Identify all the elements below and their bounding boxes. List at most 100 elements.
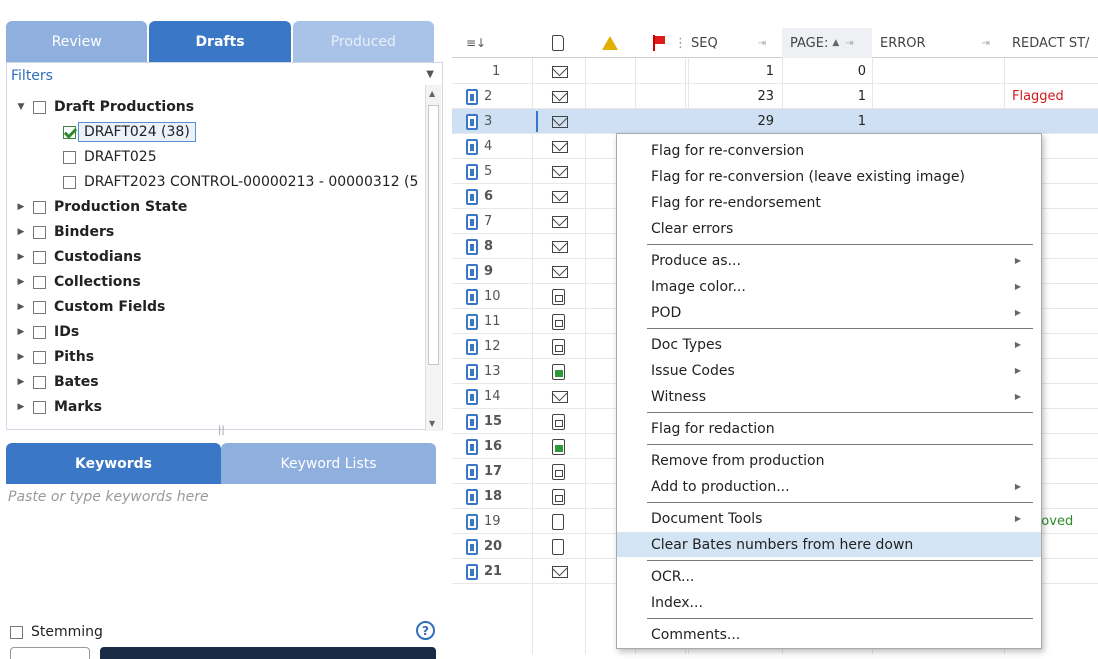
tree-item[interactable]: DRAFT024 (38) xyxy=(63,120,196,144)
document-link-icon[interactable] xyxy=(466,338,478,355)
resize-handle-icon[interactable]: ⇥ xyxy=(982,38,990,49)
scroll-up-icon[interactable]: ▲ xyxy=(429,89,435,98)
tree-item[interactable]: ▶ Binders xyxy=(15,220,115,244)
row-number-cell[interactable]: 8 xyxy=(466,234,493,259)
type-cell[interactable] xyxy=(552,109,568,134)
flag-column-header[interactable] xyxy=(652,28,666,58)
document-link-icon[interactable] xyxy=(466,463,478,480)
tree-checkbox[interactable] xyxy=(63,125,76,139)
document-link-icon[interactable] xyxy=(466,563,478,580)
document-link-icon[interactable] xyxy=(466,513,478,530)
document-link-icon[interactable] xyxy=(466,88,478,105)
context-menu-item[interactable]: Doc Types ▶ xyxy=(617,332,1041,357)
expand-down-icon[interactable]: ▼ xyxy=(15,102,27,112)
row-number-cell[interactable]: 11 xyxy=(466,309,501,334)
tab-produced[interactable]: Produced xyxy=(292,21,434,62)
type-cell[interactable] xyxy=(552,559,568,584)
document-link-icon[interactable] xyxy=(466,413,478,430)
row-number-cell[interactable]: 16 xyxy=(466,434,502,459)
tab-keywords[interactable]: Keywords xyxy=(6,443,221,484)
row-number-cell[interactable]: 20 xyxy=(466,534,502,559)
tree-scrollbar[interactable]: ▲ ▼ xyxy=(425,85,441,431)
table-row[interactable]: 1 1 0 xyxy=(452,59,1098,84)
tree-item[interactable]: DRAFT2023 CONTROL-00000213 - 00000312 (5 xyxy=(63,170,418,194)
document-link-icon[interactable] xyxy=(466,438,478,455)
type-cell[interactable] xyxy=(552,134,568,159)
type-cell[interactable] xyxy=(552,334,565,359)
type-cell[interactable] xyxy=(552,259,568,284)
resize-handle-icon[interactable]: ⇥ xyxy=(845,38,853,49)
tree-checkbox[interactable] xyxy=(63,150,76,164)
row-number-cell[interactable]: 2 xyxy=(466,84,492,109)
row-number-cell[interactable]: 17 xyxy=(466,459,502,484)
context-menu-item[interactable]: Comments... xyxy=(617,622,1041,647)
expand-right-icon[interactable]: ▶ xyxy=(15,377,27,387)
context-menu-item[interactable]: Clear errors xyxy=(617,216,1041,241)
row-number-cell[interactable]: 21 xyxy=(466,559,502,584)
expand-right-icon[interactable]: ▶ xyxy=(15,227,27,237)
row-number-cell[interactable]: 7 xyxy=(466,209,492,234)
type-cell[interactable] xyxy=(552,434,565,459)
error-column-header[interactable]: ERROR ⇥ xyxy=(872,28,1004,58)
tab-review[interactable]: Review xyxy=(6,21,148,62)
type-cell[interactable] xyxy=(552,209,568,234)
context-menu-item[interactable]: Clear Bates numbers from here down xyxy=(617,532,1041,557)
row-number-cell[interactable]: 1 xyxy=(492,59,500,84)
type-cell[interactable] xyxy=(552,284,565,309)
tree-item[interactable]: ▶ Custodians xyxy=(15,245,142,269)
tree-item[interactable]: ▶ Bates xyxy=(15,370,99,394)
context-menu-item[interactable]: Flag for redaction xyxy=(617,416,1041,441)
tree-item[interactable]: DRAFT025 xyxy=(63,145,157,169)
filters-label[interactable]: Filters xyxy=(11,68,53,84)
row-number-cell[interactable]: 9 xyxy=(466,259,493,284)
expand-right-icon[interactable]: ▶ xyxy=(15,352,27,362)
type-cell[interactable] xyxy=(552,484,565,509)
tree-checkbox[interactable] xyxy=(33,375,46,389)
context-menu-item[interactable]: Document Tools ▶ xyxy=(617,506,1041,531)
keyword-input[interactable]: Paste or type keywords here xyxy=(6,484,443,614)
tab-keyword-lists[interactable]: Keyword Lists xyxy=(221,443,436,484)
expand-right-icon[interactable]: ▶ xyxy=(15,327,27,337)
column-settings-icon[interactable]: ≡↓ xyxy=(466,36,486,50)
type-cell[interactable] xyxy=(552,459,565,484)
tree-checkbox[interactable] xyxy=(33,250,46,264)
document-link-icon[interactable] xyxy=(466,263,478,280)
row-number-cell[interactable]: 13 xyxy=(466,359,501,384)
document-link-icon[interactable] xyxy=(466,188,478,205)
help-icon[interactable]: ? xyxy=(416,621,435,640)
type-cell[interactable] xyxy=(552,409,565,434)
expand-right-icon[interactable]: ▶ xyxy=(15,302,27,312)
row-number-cell[interactable]: 15 xyxy=(466,409,502,434)
seq-column-header[interactable]: ⋮ SEQ ⇥ xyxy=(674,28,782,58)
type-cell[interactable] xyxy=(552,159,568,184)
row-number-cell[interactable]: 3 xyxy=(466,109,492,134)
row-number-cell[interactable]: 4 xyxy=(466,134,492,159)
document-link-icon[interactable] xyxy=(466,138,478,155)
row-number-cell[interactable]: 5 xyxy=(466,159,492,184)
expand-right-icon[interactable]: ▶ xyxy=(15,202,27,212)
tree-item[interactable]: ▶ Piths xyxy=(15,345,95,369)
row-number-cell[interactable]: 10 xyxy=(466,284,501,309)
document-link-icon[interactable] xyxy=(466,488,478,505)
context-menu-item[interactable]: OCR... xyxy=(617,564,1041,589)
row-number-cell[interactable]: 12 xyxy=(466,334,501,359)
expand-right-icon[interactable]: ▶ xyxy=(15,277,27,287)
context-menu-item[interactable]: POD ▶ xyxy=(617,300,1041,325)
document-link-icon[interactable] xyxy=(466,538,478,555)
panel-splitter[interactable]: || xyxy=(218,425,225,436)
document-link-icon[interactable] xyxy=(466,313,478,330)
type-cell[interactable] xyxy=(552,59,568,84)
document-link-icon[interactable] xyxy=(466,163,478,180)
context-menu-item[interactable]: Issue Codes ▶ xyxy=(617,358,1041,383)
context-menu-item[interactable]: Flag for re-endorsement xyxy=(617,190,1041,215)
type-cell[interactable] xyxy=(552,234,568,259)
document-link-icon[interactable] xyxy=(466,238,478,255)
type-cell[interactable] xyxy=(552,184,568,209)
type-cell[interactable] xyxy=(552,384,568,409)
row-number-cell[interactable]: 19 xyxy=(466,509,501,534)
row-number-cell[interactable]: 18 xyxy=(466,484,502,509)
scroll-down-icon[interactable]: ▼ xyxy=(429,419,435,428)
filters-collapse-icon[interactable]: ▼ xyxy=(426,69,434,80)
tree-checkbox[interactable] xyxy=(33,200,46,214)
context-menu-item[interactable]: Witness ▶ xyxy=(617,384,1041,409)
